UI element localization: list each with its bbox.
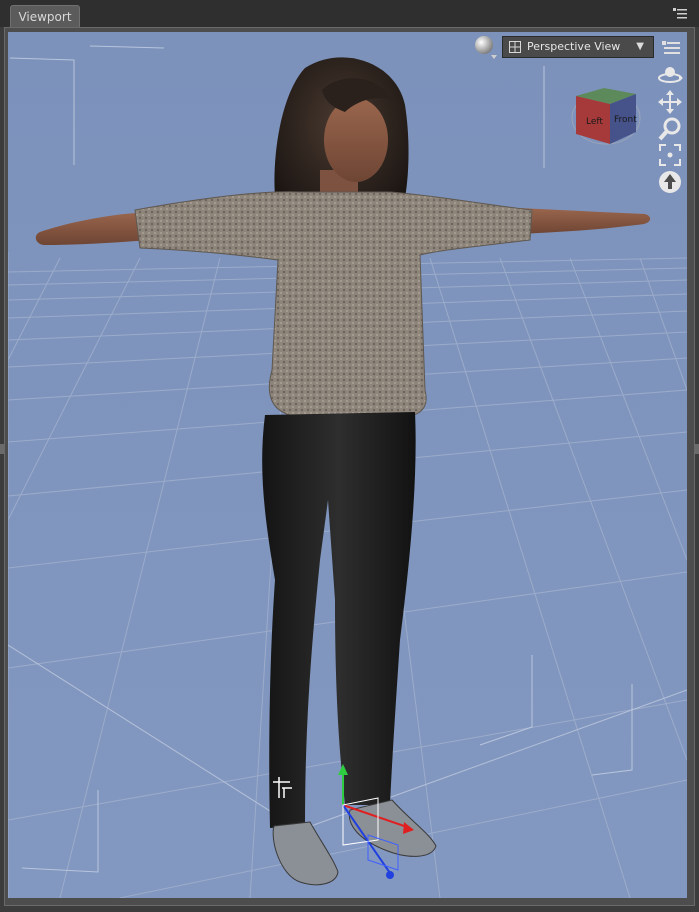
right-resize-handle[interactable] bbox=[695, 444, 699, 454]
viewport-tab-bar: Viewport bbox=[0, 0, 699, 27]
sphere-icon[interactable] bbox=[474, 35, 498, 59]
panel-menu-icon[interactable] bbox=[660, 38, 682, 58]
navigation-cube[interactable]: Left Front bbox=[570, 84, 642, 150]
view-selector-label: Perspective View bbox=[527, 40, 621, 53]
nav-cube-left-label: Left bbox=[586, 117, 603, 127]
camera-view-icon bbox=[509, 41, 521, 53]
view-selector-dropdown[interactable]: Perspective View ▼ bbox=[502, 36, 654, 58]
face bbox=[324, 98, 388, 182]
panel-menu-icon[interactable] bbox=[672, 6, 688, 22]
chevron-down-icon: ▼ bbox=[636, 41, 644, 52]
reset-view-icon[interactable] bbox=[657, 169, 683, 195]
viewport-tab[interactable]: Viewport bbox=[10, 5, 80, 27]
scene-canvas[interactable] bbox=[8, 32, 687, 898]
3d-viewport[interactable] bbox=[8, 32, 687, 898]
zoom-icon[interactable] bbox=[657, 116, 683, 142]
orbit-icon[interactable] bbox=[657, 62, 683, 88]
left-resize-handle[interactable] bbox=[0, 444, 4, 454]
nav-cube-front-label: Front bbox=[614, 115, 637, 125]
pan-icon[interactable] bbox=[657, 89, 683, 115]
frame-icon[interactable] bbox=[657, 142, 683, 168]
